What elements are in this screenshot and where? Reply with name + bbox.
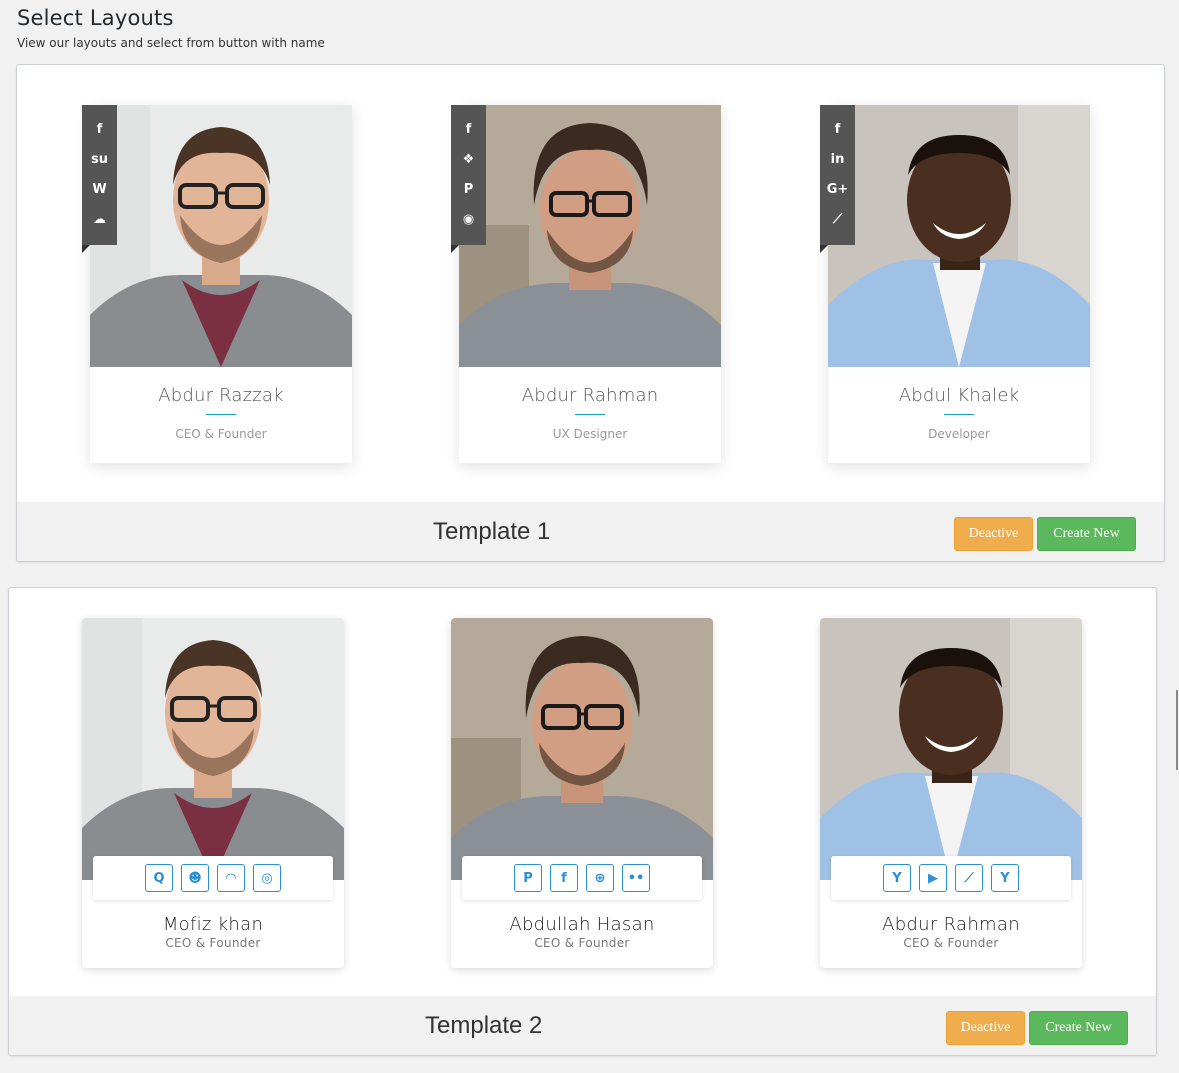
team-card: P f ⊕ •• Abdullah Hasan CEO & Founder — [451, 618, 713, 968]
dribbble-icon[interactable]: ⊕ — [586, 864, 614, 892]
rss-icon[interactable]: ◠ — [217, 864, 245, 892]
social-icons-bar: P f ⊕ •• — [462, 856, 702, 900]
template-name: Template 2 — [425, 1012, 543, 1039]
template-1-panel: f su W ☁ Abdur Razzak CEO & Founder f ❖ … — [16, 64, 1165, 562]
linkedin-icon[interactable]: in — [820, 145, 855, 175]
member-role: CEO & Founder — [903, 936, 999, 950]
flickr-icon[interactable]: •• — [622, 864, 650, 892]
member-photo — [820, 618, 1082, 880]
member-photo — [459, 105, 721, 367]
facebook-icon[interactable]: f — [82, 115, 117, 145]
deactive-button[interactable]: Deactive — [954, 517, 1033, 551]
team-card: Y ▶ ⟋ Y Abdur Rahman CEO & Founder — [820, 618, 1082, 968]
member-role: Developer — [928, 427, 990, 441]
social-icons-bar: Y ▶ ⟋ Y — [831, 856, 1071, 900]
facebook-icon[interactable]: f — [550, 864, 578, 892]
member-name: Abdullah Hasan — [509, 914, 655, 935]
team-card: Q ☻ ◠ ◎ Mofiz khan CEO & Founder — [82, 618, 344, 968]
team-card: f ❖ P ◉ Abdur Rahman UX Designer — [451, 105, 721, 463]
google-plus-icon[interactable]: G+ — [820, 175, 855, 205]
page-title: Select Layouts — [17, 6, 174, 30]
template-footer: Template 2 Deactive Create New — [9, 996, 1156, 1055]
template-name: Template 1 — [433, 518, 551, 545]
compass-icon[interactable]: ◉ — [451, 205, 486, 235]
facebook-icon[interactable]: f — [451, 115, 486, 145]
social-icons-strip: f in G+ ⟋ — [820, 105, 855, 245]
member-photo — [828, 105, 1090, 367]
stumbleupon-icon[interactable]: su — [82, 145, 117, 175]
y-combinator-icon[interactable]: Y — [991, 864, 1019, 892]
team-card: f su W ☁ Abdur Razzak CEO & Founder — [82, 105, 352, 463]
member-name: Mofiz khan — [162, 914, 264, 935]
page-subtitle: View our layouts and select from button … — [17, 36, 325, 50]
social-icons-strip: f ❖ P ◉ — [451, 105, 486, 245]
dropbox-icon[interactable]: ❖ — [451, 145, 486, 175]
scrollbar[interactable] — [1176, 690, 1178, 770]
wordpress-icon[interactable]: W — [82, 175, 117, 205]
member-role: CEO & Founder — [175, 427, 267, 441]
template-2-panel: Q ☻ ◠ ◎ Mofiz khan CEO & Founder P f ⊕ •… — [8, 587, 1157, 1056]
member-role: UX Designer — [552, 427, 628, 441]
name-divider — [944, 414, 974, 415]
youtube-icon[interactable]: ▶ — [919, 864, 947, 892]
member-role: CEO & Founder — [534, 936, 630, 950]
instagram-icon[interactable]: ◎ — [253, 864, 281, 892]
template-footer: Template 1 Deactive Create New — [17, 502, 1164, 561]
name-divider — [206, 414, 236, 415]
line-chart-icon[interactable]: ⟋ — [820, 205, 855, 235]
member-photo — [90, 105, 352, 367]
member-role: CEO & Founder — [165, 936, 261, 950]
member-name: Abdur Rahman — [521, 385, 659, 406]
member-name: Abdur Rahman — [882, 914, 1020, 935]
deactive-button[interactable]: Deactive — [946, 1011, 1025, 1045]
create-new-button[interactable]: Create New — [1037, 517, 1136, 551]
member-name: Abdul Khalek — [898, 385, 1020, 406]
paypal-icon[interactable]: P — [514, 864, 542, 892]
yahoo-icon[interactable]: Y — [883, 864, 911, 892]
soundcloud-icon[interactable]: ☁ — [82, 205, 117, 235]
member-name: Abdur Razzak — [158, 385, 284, 406]
reddit-icon[interactable]: ☻ — [181, 864, 209, 892]
social-icons-bar: Q ☻ ◠ ◎ — [93, 856, 333, 900]
name-divider — [575, 414, 605, 415]
social-icons-strip: f su W ☁ — [82, 105, 117, 245]
pinterest-icon[interactable]: P — [451, 175, 486, 205]
facebook-icon[interactable]: f — [820, 115, 855, 145]
page-header: Select Layouts View our layouts and sele… — [17, 6, 325, 50]
create-new-button[interactable]: Create New — [1029, 1011, 1128, 1045]
line-chart-icon[interactable]: ⟋ — [955, 864, 983, 892]
team-card: f in G+ ⟋ Abdul Khalek Developer — [820, 105, 1090, 463]
member-photo — [451, 618, 713, 880]
member-photo — [82, 618, 344, 880]
quora-icon[interactable]: Q — [145, 864, 173, 892]
